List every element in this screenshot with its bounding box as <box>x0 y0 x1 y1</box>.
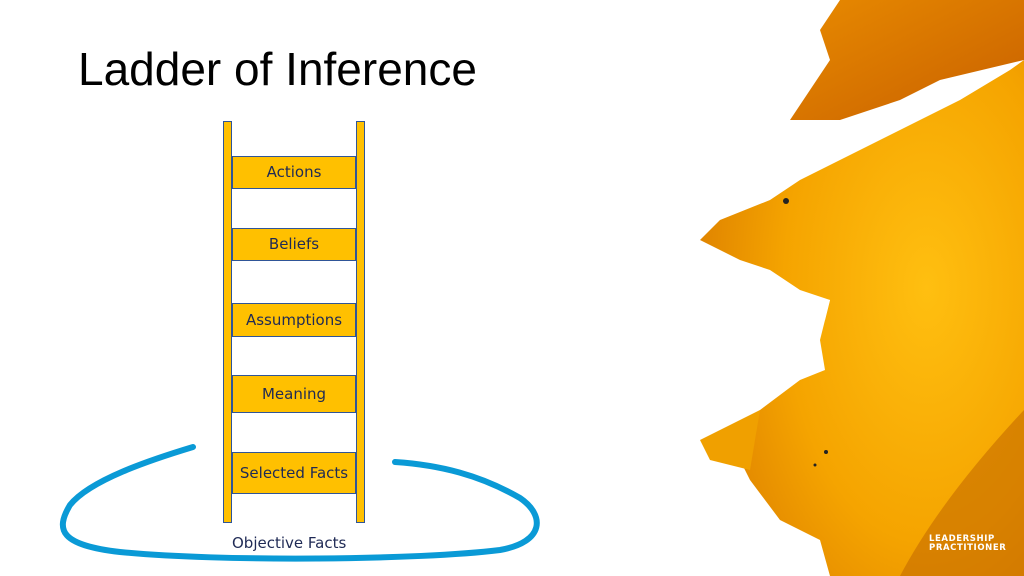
objective-facts-loop <box>59 444 540 562</box>
objective-facts-label: Objective Facts <box>232 534 347 552</box>
logo-line-2: PRACTITIONER <box>929 543 1007 553</box>
leadership-practitioner-logo: LEADERSHIP PRACTITIONER <box>929 535 1006 553</box>
